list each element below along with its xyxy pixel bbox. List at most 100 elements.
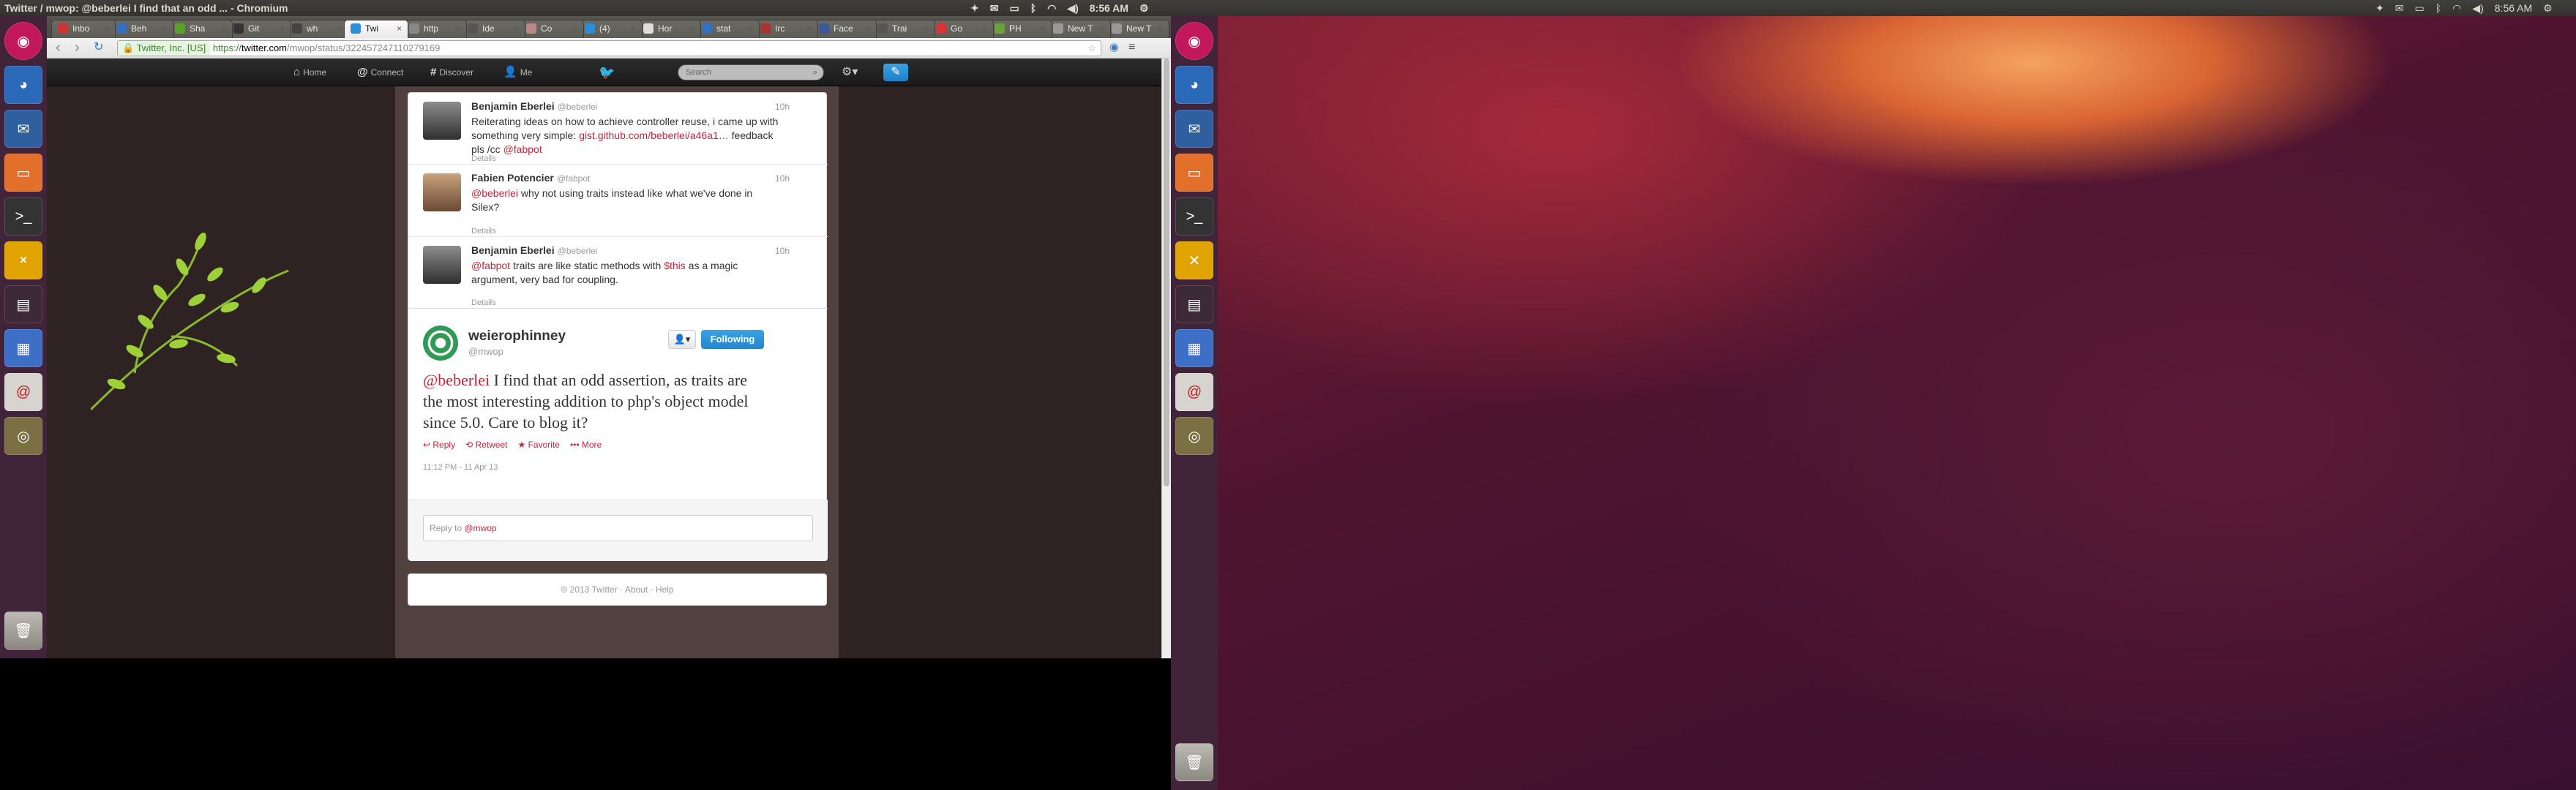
conversation-tweet[interactable]: Benjamin Eberlei @beberlei 10h Reiteratin…: [408, 93, 828, 165]
settings-gear-icon[interactable]: ⚙▾: [842, 59, 858, 86]
conversation-tweet[interactable]: Benjamin Eberlei @beberlei 10h @fabpot tr…: [408, 237, 828, 309]
clock-left[interactable]: 8:56 AM: [1090, 0, 1128, 16]
mail-icon-2[interactable]: ✉: [2395, 2, 2404, 15]
volume-icon-2[interactable]: ◀): [2472, 2, 2483, 15]
close-tab-icon[interactable]: ×: [924, 20, 929, 37]
bluetooth-icon-2[interactable]: ᛒ: [2435, 2, 2441, 14]
close-tab-icon[interactable]: ×: [221, 20, 226, 37]
scrollbar-thumb[interactable]: [1164, 59, 1169, 486]
close-tab-icon[interactable]: ×: [631, 20, 636, 37]
close-tab-icon[interactable]: ×: [1041, 20, 1046, 37]
bluetooth-icon[interactable]: ᛒ: [1030, 0, 1036, 16]
following-button[interactable]: Following: [701, 330, 764, 349]
footer[interactable]: © 2013 Twitter · About · Help: [408, 573, 827, 606]
close-tab-icon[interactable]: ×: [689, 20, 694, 37]
thunderbird-icon[interactable]: ✉: [4, 110, 42, 148]
wifi-icon-2[interactable]: ◠: [2452, 2, 2461, 15]
chromium-icon[interactable]: ◕: [4, 66, 42, 104]
tweet-tray-icon-2[interactable]: ✦: [2375, 2, 2384, 15]
browser-tab[interactable]: Beh ×: [110, 20, 174, 38]
retweet-action[interactable]: ⟲ Retweet: [465, 440, 507, 450]
debian-icon[interactable]: @: [4, 373, 42, 411]
document-viewer-icon-2[interactable]: ▦: [1175, 329, 1213, 367]
chat-icon[interactable]: ✕: [4, 241, 42, 279]
wifi-icon[interactable]: ◠: [1047, 0, 1056, 16]
browser-tab[interactable]: PH ×: [988, 20, 1052, 38]
scrollbar[interactable]: [1161, 59, 1171, 658]
browser-tab[interactable]: Co ×: [520, 20, 584, 38]
camera-icon[interactable]: ◎: [4, 417, 42, 455]
browser-tab[interactable]: Git ×: [227, 20, 291, 38]
mail-icon[interactable]: ✉: [990, 0, 999, 16]
back-icon[interactable]: ‹: [56, 39, 61, 56]
bookmark-star-icon[interactable]: ☆: [1087, 41, 1096, 56]
twitter-bird-icon[interactable]: 🐦: [599, 59, 615, 86]
details-link[interactable]: Details: [471, 154, 496, 163]
main-tweet-author[interactable]: weierophinney: [468, 328, 566, 345]
reply-input[interactable]: Reply to @mwop: [423, 515, 813, 541]
close-tab-icon[interactable]: ×: [514, 20, 519, 37]
close-tab-icon[interactable]: ×: [982, 20, 987, 37]
nav-discover[interactable]: # Discover: [430, 59, 473, 86]
battery-icon-2[interactable]: ▭: [2414, 2, 2424, 15]
close-tab-icon[interactable]: ×: [104, 20, 109, 37]
tweet-author[interactable]: Benjamin Eberlei @beberlei: [471, 100, 597, 112]
conversation-tweet[interactable]: Fabien Potencier @fabpot 10h @beberlei wh…: [408, 165, 828, 237]
thunderbird-icon-2[interactable]: ✉: [1175, 110, 1213, 148]
browser-tab[interactable]: Trai ×: [871, 20, 935, 38]
user-actions-button[interactable]: 👤▾: [668, 330, 696, 349]
reload-icon[interactable]: ↻: [94, 39, 103, 56]
avatar[interactable]: [423, 173, 461, 211]
tweet-time[interactable]: 10h: [775, 173, 790, 184]
tweet-tray-icon[interactable]: ✦: [970, 0, 979, 16]
close-tab-icon[interactable]: ×: [162, 20, 168, 37]
search-input[interactable]: Search ⌕: [678, 64, 824, 80]
avatar[interactable]: [423, 326, 458, 361]
chromium-icon-2[interactable]: ◕: [1175, 66, 1213, 104]
tweet-author[interactable]: Benjamin Eberlei @beberlei: [471, 244, 597, 256]
browser-tab[interactable]: New T ×: [1046, 20, 1111, 38]
favorite-action[interactable]: ★ Favorite: [518, 440, 560, 450]
more-action[interactable]: ••• More: [570, 440, 602, 450]
nav-home[interactable]: ⌂ Home: [293, 59, 326, 86]
tweet-time[interactable]: 10h: [775, 102, 790, 112]
tweet-time[interactable]: 10h: [775, 246, 790, 256]
volume-icon[interactable]: ◀): [1067, 0, 1078, 16]
close-tab-icon[interactable]: ×: [338, 20, 343, 37]
window-icon[interactable]: ▤: [4, 285, 42, 323]
extension-icon[interactable]: ◉: [1109, 39, 1119, 56]
browser-tab[interactable]: New T ×: [1105, 20, 1169, 38]
avatar[interactable]: [423, 246, 461, 284]
close-tab-icon[interactable]: ×: [1099, 20, 1104, 37]
browser-tab[interactable]: http ×: [402, 20, 467, 38]
tweet-author[interactable]: Fabien Potencier @fabpot: [471, 172, 590, 184]
close-tab-icon[interactable]: ×: [865, 20, 870, 37]
browser-tab[interactable]: Inbo ×: [51, 20, 116, 38]
camera-icon-2[interactable]: ◎: [1175, 417, 1213, 455]
reply-action[interactable]: ↩ Reply: [423, 440, 455, 450]
gear-icon[interactable]: ⚙: [1139, 0, 1149, 16]
terminal-icon-2[interactable]: >_: [1175, 198, 1213, 236]
close-tab-icon[interactable]: ×: [1158, 20, 1163, 37]
gear-icon-2[interactable]: ⚙: [2543, 2, 2553, 15]
main-tweet-timestamp[interactable]: 11:12 PM - 11 Apr 13: [423, 463, 498, 472]
trash-icon-2[interactable]: 🗑: [1175, 743, 1213, 781]
compose-tweet-button[interactable]: ✎: [883, 64, 908, 81]
browser-tab[interactable]: (4) ×: [578, 20, 643, 38]
battery-icon[interactable]: ▭: [1009, 0, 1019, 16]
close-tab-icon[interactable]: ×: [455, 20, 460, 37]
debian-icon-2[interactable]: @: [1175, 373, 1213, 411]
mention-link[interactable]: @beberlei: [423, 371, 490, 389]
mention-link[interactable]: @beberlei: [471, 187, 518, 199]
close-tab-icon[interactable]: ×: [280, 20, 285, 37]
mention-link[interactable]: @fabpot: [503, 143, 542, 155]
document-viewer-icon[interactable]: ▦: [4, 329, 42, 367]
terminal-icon[interactable]: >_: [4, 198, 42, 236]
mention-link[interactable]: @fabpot: [471, 260, 510, 271]
close-tab-icon[interactable]: ×: [572, 20, 577, 37]
browser-tab[interactable]: Hor ×: [637, 20, 701, 38]
clock-right[interactable]: 8:56 AM: [2495, 2, 2532, 14]
dash-icon[interactable]: ◉: [4, 22, 42, 60]
nav-me[interactable]: 👤 Me: [503, 59, 532, 86]
close-tab-icon[interactable]: ×: [806, 20, 812, 37]
